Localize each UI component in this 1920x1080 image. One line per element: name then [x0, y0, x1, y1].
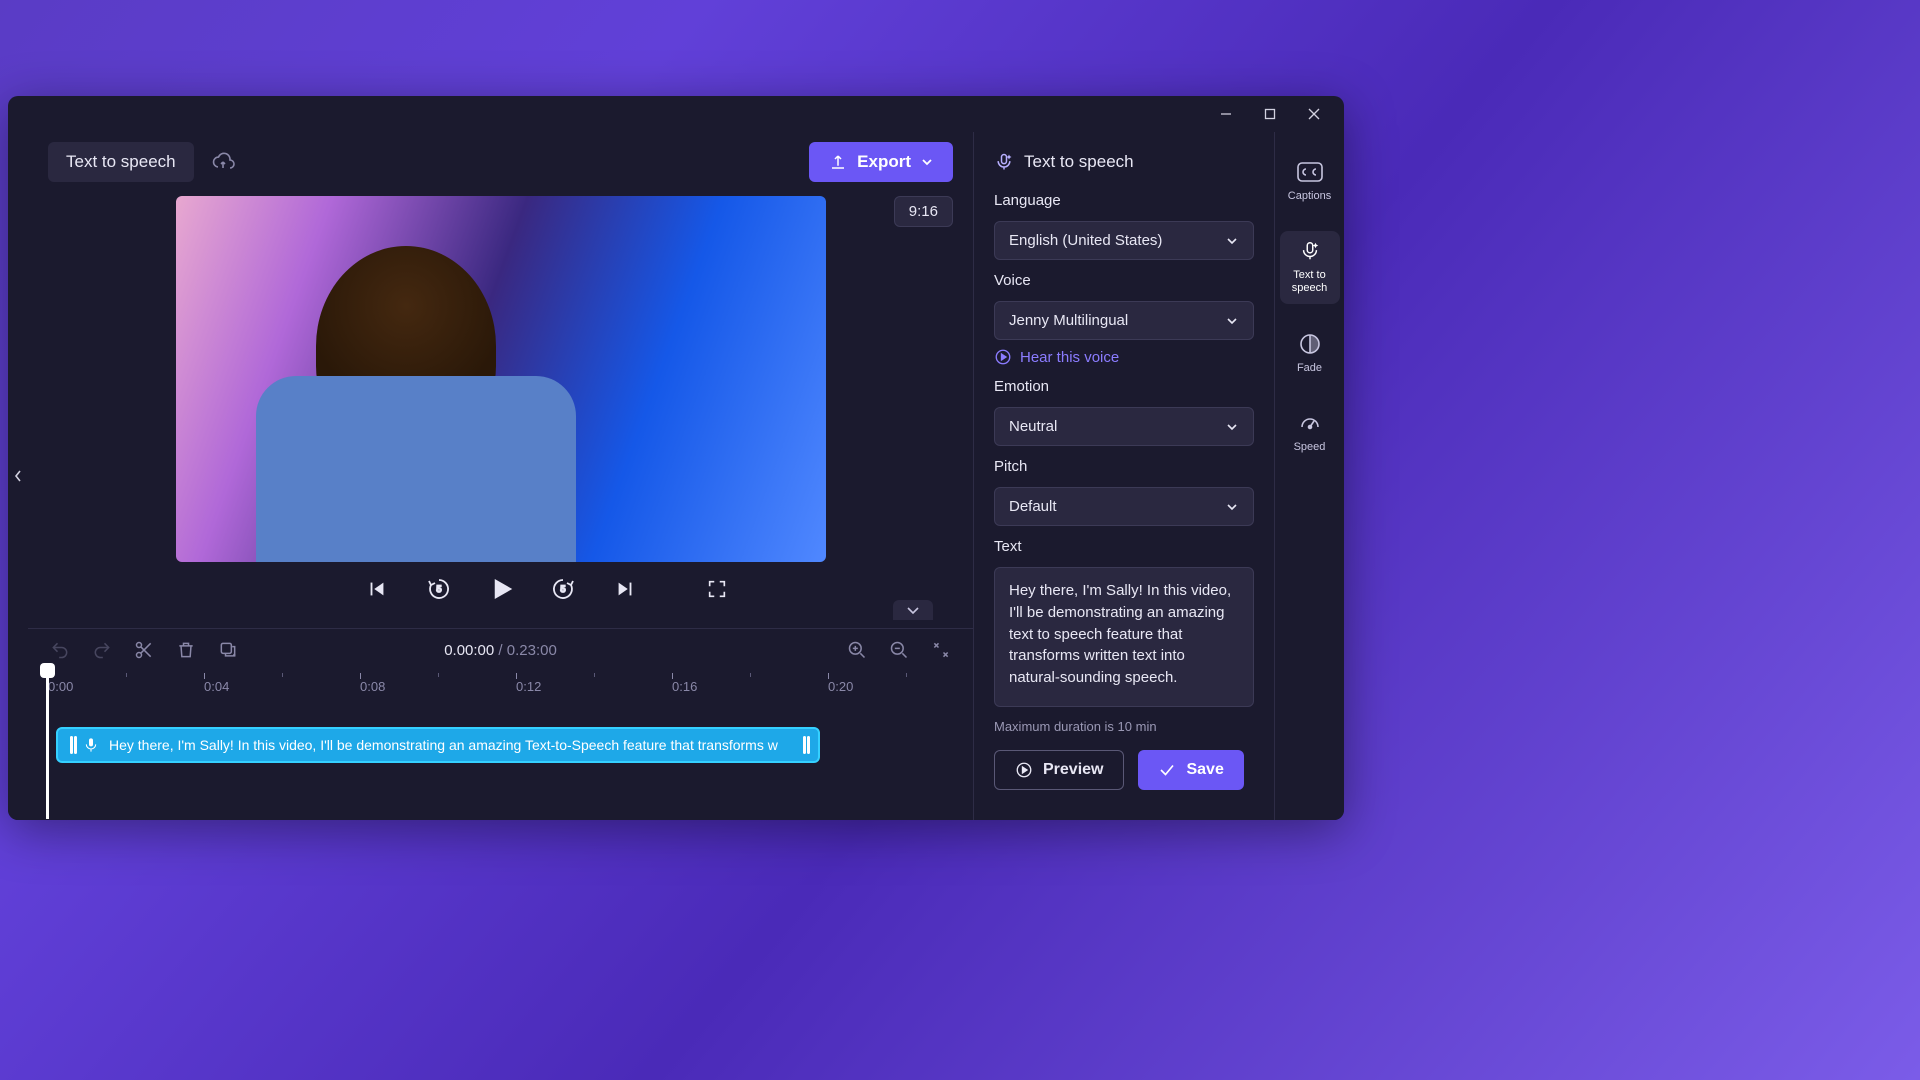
play-circle-icon	[994, 348, 1012, 366]
aspect-ratio-badge[interactable]: 9:16	[894, 196, 953, 227]
topbar: Text to speech Export	[28, 132, 973, 192]
rewind-5-button[interactable]: 5	[423, 573, 455, 605]
tts-clip[interactable]: Hey there, I'm Sally! In this video, I'l…	[56, 727, 820, 763]
export-label: Export	[857, 152, 911, 172]
tts-text-input[interactable]: Hey there, I'm Sally! In this video, I'l…	[994, 567, 1254, 707]
ruler-tick: 0:00	[48, 679, 73, 694]
zoom-out-button[interactable]	[887, 638, 911, 662]
ruler-tick: 0:20	[828, 679, 853, 694]
play-button[interactable]	[485, 573, 517, 605]
voice-label: Voice	[994, 272, 1254, 289]
export-button[interactable]: Export	[809, 142, 953, 182]
svg-text:5: 5	[436, 584, 441, 594]
mic-sparkle-icon	[994, 152, 1014, 172]
main-area: Text to speech Export 9:16	[28, 132, 974, 820]
preview-area: 9:16 5	[28, 192, 973, 628]
preview-button[interactable]: Preview	[994, 750, 1124, 790]
close-button[interactable]	[1294, 99, 1334, 129]
collapse-timeline-button[interactable]	[893, 600, 933, 620]
left-collapse-rail[interactable]	[8, 132, 28, 820]
page-title: Text to speech	[48, 142, 194, 182]
timeline-ruler[interactable]: 0:00 0:04 0:08 0:12 0:16 0:20	[28, 671, 973, 703]
hear-voice-link[interactable]: Hear this voice	[994, 348, 1254, 366]
emotion-select[interactable]: Neutral	[994, 407, 1254, 446]
ruler-tick: 0:04	[204, 679, 229, 694]
playback-controls: 5 5	[28, 562, 973, 616]
titlebar	[8, 96, 1344, 132]
timeline-track[interactable]: Hey there, I'm Sally! In this video, I'l…	[28, 703, 973, 820]
playhead[interactable]	[46, 669, 49, 819]
duration-hint: Maximum duration is 10 min	[994, 719, 1254, 734]
total-duration: 0.23:00	[507, 642, 557, 659]
text-label: Text	[994, 538, 1254, 555]
fade-icon	[1296, 332, 1324, 356]
chevron-down-icon	[1225, 420, 1239, 434]
clip-text: Hey there, I'm Sally! In this video, I'l…	[109, 737, 778, 753]
split-button[interactable]	[132, 638, 156, 662]
right-rail: Captions Text to speech Fade Speed	[1274, 132, 1344, 820]
captions-icon	[1296, 160, 1324, 184]
timeline: 0.00:00 / 0.23:00 0:000:040:080:120:160:…	[28, 628, 973, 820]
pitch-label: Pitch	[994, 458, 1254, 475]
language-label: Language	[994, 192, 1254, 209]
rail-speed[interactable]: Speed	[1280, 403, 1340, 462]
mic-icon	[83, 737, 99, 753]
skip-end-button[interactable]	[609, 573, 641, 605]
svg-text:5: 5	[560, 584, 565, 594]
zoom-in-button[interactable]	[845, 638, 869, 662]
clip-handle-left[interactable]	[70, 736, 73, 754]
delete-button[interactable]	[174, 638, 198, 662]
ruler-tick: 0:12	[516, 679, 541, 694]
chevron-down-icon	[1225, 234, 1239, 248]
voice-select[interactable]: Jenny Multilingual	[994, 301, 1254, 340]
mic-sparkle-icon	[1296, 239, 1324, 263]
chevron-down-icon	[1225, 500, 1239, 514]
fullscreen-button[interactable]	[701, 573, 733, 605]
chevron-down-icon	[1225, 314, 1239, 328]
emotion-label: Emotion	[994, 378, 1254, 395]
rail-fade[interactable]: Fade	[1280, 324, 1340, 383]
clip-handle-right[interactable]	[803, 736, 806, 754]
panel-title: Text to speech	[994, 152, 1254, 172]
language-select[interactable]: English (United States)	[994, 221, 1254, 260]
redo-button[interactable]	[90, 638, 114, 662]
app-window: Text to speech Export 9:16	[8, 96, 1344, 820]
pitch-select[interactable]: Default	[994, 487, 1254, 526]
maximize-button[interactable]	[1250, 99, 1290, 129]
rail-tts[interactable]: Text to speech	[1280, 231, 1340, 303]
time-position: 0.00:00 / 0.23:00	[444, 642, 557, 659]
video-preview[interactable]	[176, 196, 826, 562]
ruler-tick: 0:16	[672, 679, 697, 694]
rail-captions[interactable]: Captions	[1280, 152, 1340, 211]
timeline-toolbar: 0.00:00 / 0.23:00	[28, 629, 973, 671]
fit-button[interactable]	[929, 638, 953, 662]
minimize-button[interactable]	[1206, 99, 1246, 129]
cloud-sync-icon[interactable]	[208, 147, 238, 177]
speedometer-icon	[1296, 411, 1324, 435]
current-time: 0.00:00	[444, 642, 494, 659]
save-button[interactable]: Save	[1138, 750, 1243, 790]
check-icon	[1158, 761, 1176, 779]
play-circle-icon	[1015, 761, 1033, 779]
undo-button[interactable]	[48, 638, 72, 662]
tts-panel: Text to speech Language English (United …	[974, 132, 1274, 820]
skip-start-button[interactable]	[361, 573, 393, 605]
forward-5-button[interactable]: 5	[547, 573, 579, 605]
ruler-tick: 0:08	[360, 679, 385, 694]
duplicate-button[interactable]	[216, 638, 240, 662]
